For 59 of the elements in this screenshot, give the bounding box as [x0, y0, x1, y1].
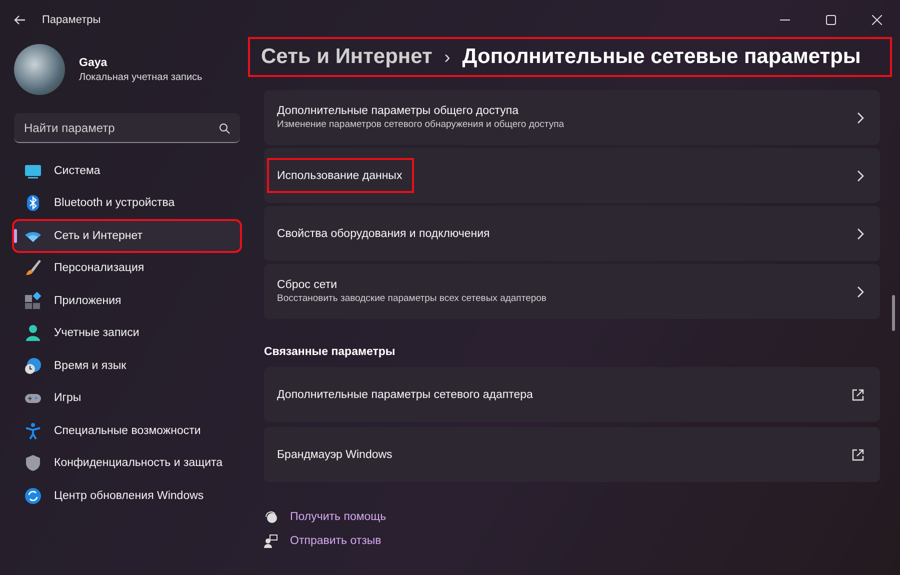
apps-icon [24, 292, 42, 310]
page-title: Дополнительные сетевые параметры [462, 45, 861, 69]
setting-description: Восстановить заводские параметры всех сетевых адаптеров [277, 293, 548, 304]
setting-title: Использование данных [277, 170, 404, 182]
breadcrumb-link[interactable]: Сеть и Интернет [261, 45, 432, 69]
sidebar-item[interactable]: Конфиденциальность и защита [14, 448, 240, 478]
back-arrow-icon[interactable] [14, 15, 26, 25]
sidebar-item[interactable]: Bluetooth и устройства [14, 188, 240, 218]
accessibility-icon [24, 422, 42, 440]
section-heading: Связанные параметры [264, 346, 396, 358]
setting-title: Брандмауэр Windows [277, 448, 394, 460]
settings-card[interactable]: Дополнительные параметры общего доступа Изменение параметров сетевого обнаружения и общего доступа [264, 90, 880, 145]
setting-title: Сброс сети [277, 279, 338, 291]
sidebar-item[interactable]: Специальные возможности [14, 416, 240, 446]
scrollbar-thumb[interactable] [892, 295, 895, 331]
breadcrumb-separator: › [444, 46, 450, 68]
bluetooth-icon [24, 194, 42, 212]
chevron-right-icon [856, 112, 864, 124]
selection-indicator [14, 229, 17, 243]
search-field[interactable]: Найти параметр [14, 113, 240, 143]
shield-icon [24, 454, 42, 472]
setting-title: Свойства оборудования и подключения [277, 228, 491, 240]
refresh-icon [24, 486, 42, 505]
setting-title: Дополнительные параметры сетевого адаптера [277, 388, 534, 400]
sidebar-item[interactable]: Время и язык [14, 351, 240, 380]
minimize-icon [780, 19, 790, 21]
search-icon [219, 123, 230, 134]
settings-card[interactable]: Сброс сети Восстановить заводские параметры всех сетевых адаптеров [264, 264, 880, 319]
maximize-icon [826, 15, 836, 25]
feedback-icon [264, 534, 278, 548]
sidebar-item[interactable]: Центр обновления Windows [14, 481, 240, 510]
settings-card[interactable]: Использование данных [264, 148, 880, 203]
sidebar-item[interactable]: Сеть и Интернет [14, 221, 240, 250]
person-icon [24, 324, 42, 342]
sidebar-item[interactable]: Персонализация [14, 254, 240, 283]
sidebar-item[interactable]: Приложения [14, 286, 240, 316]
chevron-right-icon [856, 228, 864, 240]
settings-card[interactable]: Брандмауэр Windows [264, 427, 880, 482]
globe-clock-icon [24, 356, 42, 375]
avatar-photo-placeholder [14, 44, 65, 95]
chevron-right-icon [856, 170, 864, 182]
external-link-icon [852, 388, 864, 400]
user-name: Gaya [79, 56, 108, 68]
account-type: Локальная учетная запись [79, 72, 202, 82]
sidebar-item[interactable]: Учетные записи [14, 318, 240, 348]
help-link[interactable]: Отправить отзыв [290, 535, 382, 547]
close-icon [872, 15, 882, 25]
sidebar-item[interactable]: Игры [14, 384, 240, 413]
chevron-right-icon [856, 286, 864, 298]
window-title: Параметры [42, 14, 101, 26]
help-icon [264, 510, 278, 524]
setting-description: Изменение параметров сетевого обнаружения и общего доступа [277, 119, 566, 130]
setting-title: Дополнительные параметры общего доступа [277, 105, 520, 117]
help-link[interactable]: Получить помощь [290, 511, 386, 523]
settings-card[interactable]: Дополнительные параметры сетевого адаптера [264, 367, 880, 422]
external-link-icon [852, 448, 864, 460]
paintbrush-icon [24, 259, 42, 278]
settings-card[interactable]: Свойства оборудования и подключения [264, 206, 880, 261]
sidebar-item[interactable]: Система [14, 156, 240, 186]
